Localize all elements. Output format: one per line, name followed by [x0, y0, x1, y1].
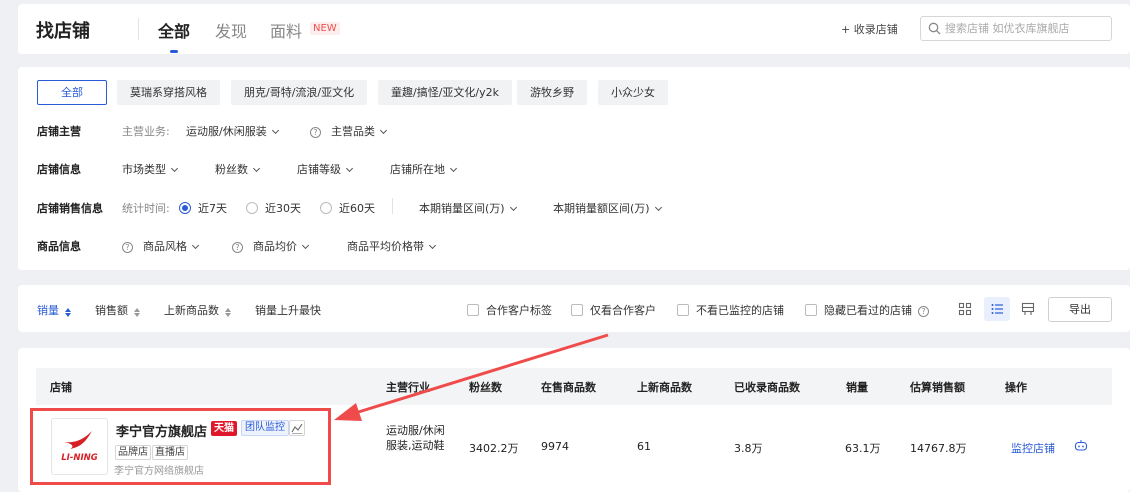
annotation-arrow [334, 333, 609, 421]
